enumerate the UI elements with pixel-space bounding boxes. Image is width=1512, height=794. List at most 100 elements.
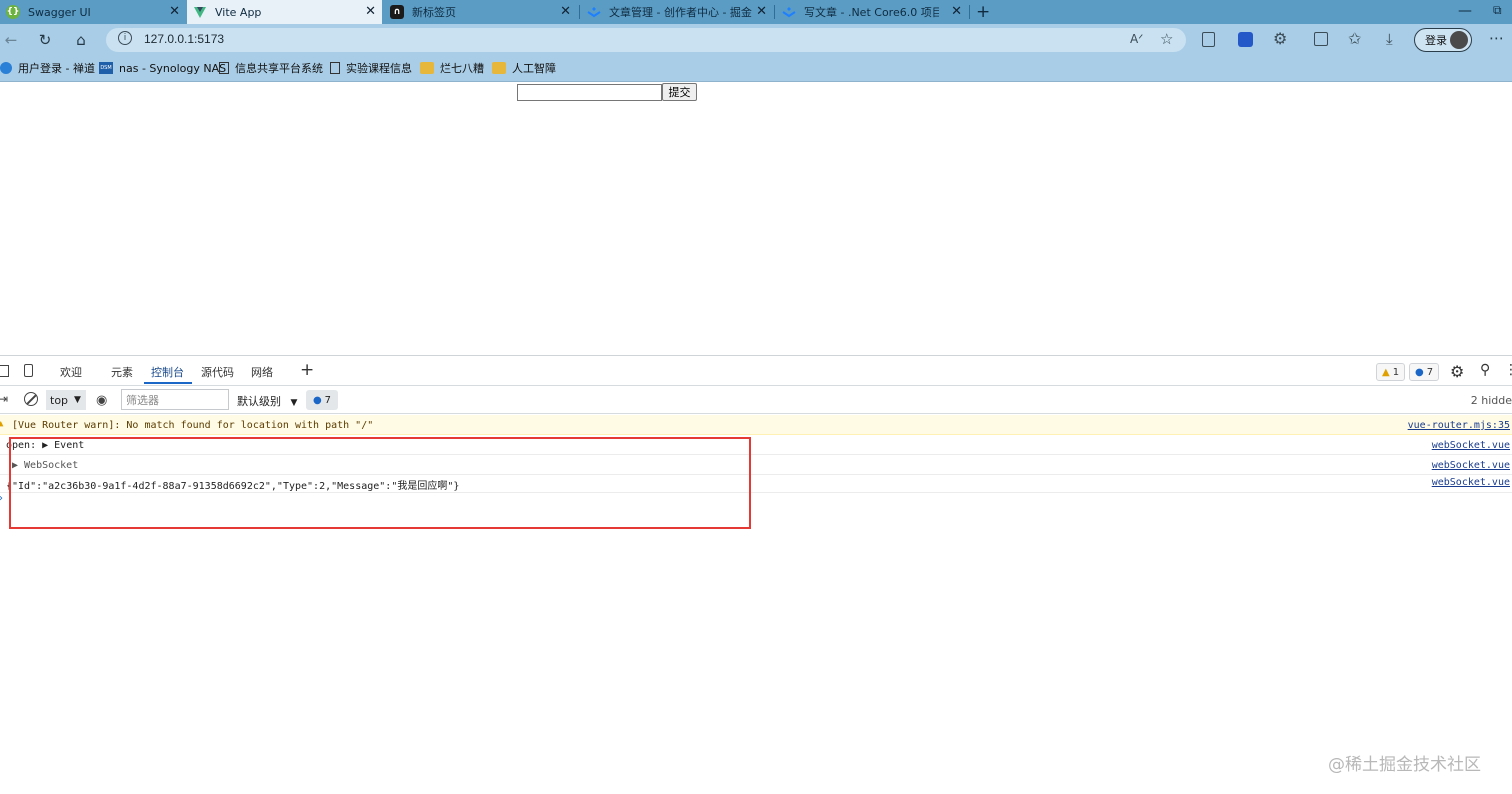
login-label: 登录 — [1425, 34, 1447, 47]
info-icon[interactable]: i — [118, 31, 132, 45]
juejin-icon — [782, 5, 796, 19]
warning-count: 1 — [1392, 366, 1400, 378]
message-input[interactable] — [517, 84, 662, 101]
back-icon[interactable]: ← — [0, 30, 22, 50]
favorites-icon[interactable]: ✩ — [1348, 29, 1361, 48]
live-expression-eye-icon[interactable]: ◉ — [96, 393, 107, 408]
message-count-badge[interactable]: ● 7 — [1409, 363, 1440, 381]
bookmark-label: 用户登录 - 禅道 — [18, 62, 95, 75]
close-icon[interactable]: ✕ — [951, 4, 962, 19]
tab-swagger-ui[interactable]: {} Swagger UI ✕ — [0, 0, 186, 24]
console-prompt-icon[interactable]: › — [0, 493, 3, 504]
page-icon — [219, 62, 229, 74]
message-icon: ● — [312, 394, 322, 406]
vite-icon — [193, 5, 207, 19]
tab-label: 写文章 - .Net Core6.0 项目使用W — [804, 6, 939, 19]
bookmark-label: 人工智障 — [512, 62, 556, 75]
highlight-annotation — [9, 437, 751, 529]
read-aloud-icon[interactable]: Aᐟ — [1130, 32, 1143, 46]
close-icon[interactable]: ✕ — [169, 4, 180, 19]
console-filter-input[interactable]: 筛选器 — [121, 389, 229, 410]
juejin-icon — [587, 5, 601, 19]
message-icon: ● — [1415, 366, 1424, 378]
newtab-icon: ∩ — [390, 5, 404, 19]
watermark: @稀土掘金技术社区 — [1328, 755, 1481, 775]
restore-icon[interactable]: ⧉ — [1493, 3, 1502, 18]
profile-login-button[interactable]: 登录 — [1414, 28, 1472, 52]
warning-icon: ▲ — [0, 419, 4, 429]
tab-label: 新标签页 — [412, 6, 456, 19]
swagger-icon: {} — [6, 5, 20, 19]
collections-icon[interactable] — [1202, 32, 1215, 47]
downloads-icon[interactable]: ⤓ — [1386, 30, 1393, 48]
more-menu-icon[interactable]: ⋯ — [1489, 29, 1504, 47]
console-message: [Vue Router warn]: No match found for lo… — [12, 420, 374, 431]
settings-gear-icon[interactable]: ⚙ — [1450, 362, 1464, 381]
bookmark-info-share[interactable]: 信息共享平台系统 — [219, 60, 323, 76]
bookmark-folder-ai[interactable]: 人工智障 — [492, 60, 556, 76]
source-link[interactable]: webSocket.vue — [1432, 460, 1510, 471]
close-icon[interactable]: ✕ — [756, 4, 767, 19]
tab-juejin-articles[interactable]: 文章管理 - 创作者中心 - 掘金 ✕ — [581, 0, 773, 24]
close-icon[interactable]: ✕ — [560, 4, 571, 19]
level-label: 默认级别 — [237, 395, 281, 408]
tab-separator — [774, 5, 775, 19]
dropdown-arrow-icon: ▼ — [74, 395, 81, 405]
tab-new-tab[interactable]: ∩ 新标签页 ✕ — [384, 0, 577, 24]
tab-label: 文章管理 - 创作者中心 - 掘金 — [609, 6, 752, 19]
tab-vite-app[interactable]: Vite App ✕ — [187, 0, 382, 24]
more-vertical-icon[interactable]: ⋮ — [1504, 362, 1512, 378]
hidden-count-text: 2 hidde — [1470, 394, 1512, 407]
tab-console[interactable]: 控制台 — [151, 364, 184, 380]
bookmark-nas[interactable]: DSM nas - Synology NAS — [99, 60, 226, 76]
submit-button[interactable]: 提交 — [662, 83, 697, 101]
clear-console-icon[interactable] — [24, 392, 38, 406]
home-icon[interactable]: ⌂ — [70, 30, 92, 50]
avatar — [1450, 31, 1468, 49]
bookmark-label: nas - Synology NAS — [119, 61, 227, 75]
tab-welcome[interactable]: 欢迎 — [60, 364, 82, 380]
warning-count-badge[interactable]: ▲ 1 — [1376, 363, 1406, 381]
new-tab-button[interactable]: + — [976, 2, 990, 22]
split-screen-icon[interactable] — [1314, 32, 1328, 46]
extensions-icon[interactable]: ⚙ — [1273, 29, 1287, 48]
bookmark-zentao[interactable]: 用户登录 - 禅道 — [0, 60, 95, 76]
tab-juejin-write[interactable]: 写文章 - .Net Core6.0 项目使用W ✕ — [776, 0, 968, 24]
device-emulation-icon[interactable] — [24, 364, 33, 377]
active-tab-indicator — [144, 382, 192, 384]
bookmark-lab-course[interactable]: 实验课程信息 — [330, 60, 412, 76]
bookmark-label: 实验课程信息 — [346, 62, 412, 75]
page-icon — [330, 62, 340, 74]
url-text[interactable]: 127.0.0.1:5173 — [144, 32, 224, 46]
source-link[interactable]: webSocket.vue — [1432, 477, 1510, 488]
filter-placeholder: 筛选器 — [126, 393, 159, 407]
log-level-selector[interactable]: 默认级别 ▼ — [237, 393, 297, 409]
tab-separator — [579, 5, 580, 19]
tab-elements[interactable]: 元素 — [111, 364, 133, 380]
folder-icon — [492, 62, 506, 74]
inspect-icon[interactable] — [0, 365, 9, 377]
bookmark-label: 信息共享平台系统 — [235, 62, 323, 75]
source-link[interactable]: vue-router.mjs:35 — [1408, 420, 1510, 431]
source-link[interactable]: webSocket.vue — [1432, 440, 1510, 451]
context-selector[interactable]: top ▼ — [46, 390, 86, 410]
close-icon[interactable]: ✕ — [365, 4, 376, 19]
sidebar-toggle-icon[interactable]: ⇥ — [0, 392, 8, 406]
console-row-warning[interactable]: ▲ [Vue Router warn]: No match found for … — [0, 415, 1512, 435]
tab-network[interactable]: 网络 — [251, 364, 273, 380]
customize-icon[interactable]: ⚲ — [1480, 362, 1490, 378]
favorite-star-icon[interactable]: ☆ — [1160, 30, 1173, 48]
warning-icon: ▲ — [1382, 366, 1390, 378]
reload-icon[interactable]: ↻ — [34, 30, 56, 50]
minimize-icon[interactable]: — — [1458, 3, 1472, 19]
dsm-icon: DSM — [99, 62, 113, 74]
extension-blue-icon[interactable] — [1238, 32, 1253, 47]
bookmark-label: 烂七八糟 — [440, 62, 484, 75]
bookmark-folder-misc[interactable]: 烂七八糟 — [420, 60, 484, 76]
filtered-count: 7 — [324, 394, 332, 406]
filtered-message-count[interactable]: ● 7 — [306, 390, 338, 410]
dropdown-arrow-icon: ▼ — [290, 398, 298, 408]
tab-sources[interactable]: 源代码 — [201, 364, 234, 380]
address-bar[interactable] — [106, 28, 1186, 52]
add-tab-icon[interactable]: + — [300, 360, 314, 380]
